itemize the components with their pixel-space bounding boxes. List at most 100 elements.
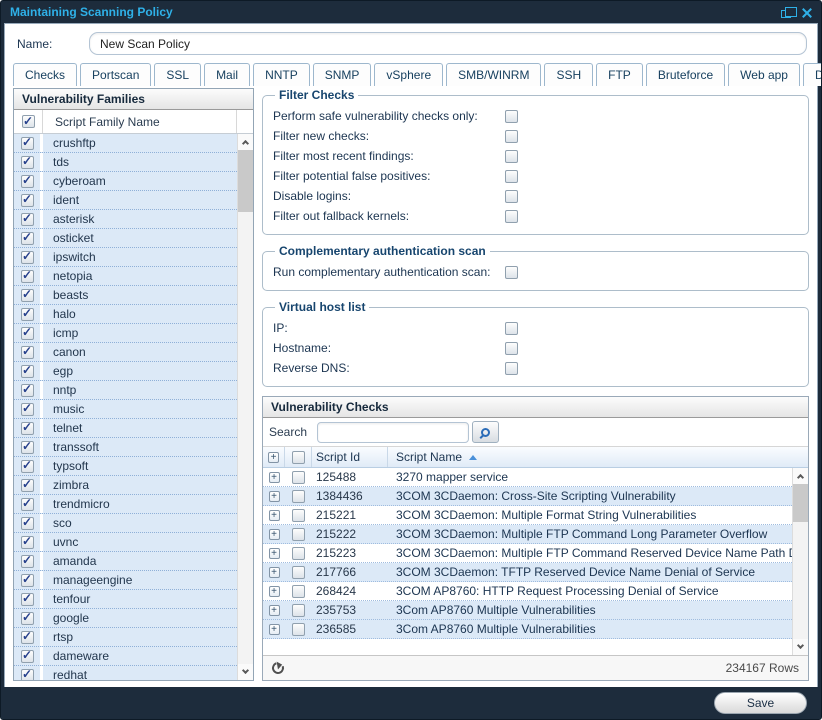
- check-row[interactable]: + 236585 3Com AP8760 Multiple Vulnerabil…: [263, 620, 792, 639]
- family-checkbox[interactable]: [21, 156, 34, 169]
- option-checkbox[interactable]: [505, 266, 518, 279]
- checks-scrollbar[interactable]: [792, 468, 808, 655]
- expand-row-icon[interactable]: +: [269, 586, 280, 597]
- scroll-up-icon[interactable]: [238, 134, 253, 150]
- tab[interactable]: Bruteforce: [646, 63, 725, 86]
- expand-row-icon[interactable]: +: [269, 510, 280, 521]
- tab[interactable]: SNMP: [313, 63, 372, 86]
- family-row[interactable]: sco: [14, 514, 237, 533]
- scroll-down-icon[interactable]: [793, 639, 808, 655]
- check-row[interactable]: + 215223 3COM 3CDaemon: Multiple FTP Com…: [263, 544, 792, 563]
- family-row[interactable]: osticket: [14, 229, 237, 248]
- family-checkbox[interactable]: [21, 365, 34, 378]
- family-row[interactable]: google: [14, 609, 237, 628]
- family-checkbox[interactable]: [21, 422, 34, 435]
- scroll-up-icon[interactable]: [793, 468, 808, 484]
- check-checkbox[interactable]: [292, 623, 305, 636]
- check-row[interactable]: + 217766 3COM 3CDaemon: TFTP Reserved De…: [263, 563, 792, 582]
- family-checkbox[interactable]: [21, 536, 34, 549]
- option-checkbox[interactable]: [505, 342, 518, 355]
- family-row[interactable]: icmp: [14, 324, 237, 343]
- family-row[interactable]: rtsp: [14, 628, 237, 647]
- check-row[interactable]: + 125488 3270 mapper service: [263, 468, 792, 487]
- family-checkbox[interactable]: [21, 289, 34, 302]
- family-row[interactable]: ident: [14, 191, 237, 210]
- option-checkbox[interactable]: [505, 130, 518, 143]
- col-script-id[interactable]: Script Id: [312, 447, 388, 467]
- family-row[interactable]: telnet: [14, 419, 237, 438]
- family-row[interactable]: canon: [14, 343, 237, 362]
- families-scroll-track[interactable]: [238, 212, 253, 664]
- search-button[interactable]: [472, 421, 499, 443]
- family-row[interactable]: beasts: [14, 286, 237, 305]
- tab[interactable]: Description: [803, 63, 822, 86]
- save-button[interactable]: Save: [714, 692, 807, 714]
- family-checkbox[interactable]: [21, 498, 34, 511]
- family-checkbox[interactable]: [21, 346, 34, 359]
- family-checkbox[interactable]: [21, 555, 34, 568]
- expand-row-icon[interactable]: +: [269, 605, 280, 616]
- family-row[interactable]: nntp: [14, 381, 237, 400]
- family-row[interactable]: cyberoam: [14, 172, 237, 191]
- family-row[interactable]: transsoft: [14, 438, 237, 457]
- family-row[interactable]: egp: [14, 362, 237, 381]
- family-checkbox[interactable]: [21, 213, 34, 226]
- scroll-down-icon[interactable]: [238, 664, 253, 680]
- option-checkbox[interactable]: [505, 362, 518, 375]
- family-checkbox[interactable]: [21, 669, 34, 681]
- option-checkbox[interactable]: [505, 110, 518, 123]
- families-column-header[interactable]: Script Family Name: [43, 115, 236, 129]
- checks-scroll-thumb[interactable]: [793, 484, 808, 522]
- restore-icon[interactable]: [781, 10, 791, 18]
- check-checkbox[interactable]: [292, 528, 305, 541]
- tab[interactable]: SSH: [544, 63, 593, 86]
- family-checkbox[interactable]: [21, 270, 34, 283]
- check-row[interactable]: + 215221 3COM 3CDaemon: Multiple Format …: [263, 506, 792, 525]
- tab[interactable]: vSphere: [374, 63, 443, 86]
- family-checkbox[interactable]: [21, 175, 34, 188]
- family-row[interactable]: typsoft: [14, 457, 237, 476]
- tab[interactable]: NNTP: [253, 63, 310, 86]
- expand-row-icon[interactable]: +: [269, 472, 280, 483]
- family-row[interactable]: trendmicro: [14, 495, 237, 514]
- family-row[interactable]: redhat: [14, 666, 237, 680]
- check-checkbox[interactable]: [292, 566, 305, 579]
- expand-row-icon[interactable]: +: [269, 567, 280, 578]
- close-icon[interactable]: [801, 7, 812, 18]
- expand-row-icon[interactable]: +: [269, 624, 280, 635]
- family-checkbox[interactable]: [21, 384, 34, 397]
- checks-scroll-track[interactable]: [793, 522, 808, 639]
- family-checkbox[interactable]: [21, 479, 34, 492]
- check-checkbox[interactable]: [292, 547, 305, 560]
- check-row[interactable]: + 235753 3Com AP8760 Multiple Vulnerabil…: [263, 601, 792, 620]
- check-checkbox[interactable]: [292, 585, 305, 598]
- check-checkbox[interactable]: [292, 490, 305, 503]
- family-checkbox[interactable]: [21, 232, 34, 245]
- families-scrollbar[interactable]: [237, 134, 253, 680]
- refresh-icon[interactable]: [270, 660, 286, 676]
- family-row[interactable]: uvnc: [14, 533, 237, 552]
- family-checkbox[interactable]: [21, 194, 34, 207]
- check-checkbox[interactable]: [292, 471, 305, 484]
- family-row[interactable]: zimbra: [14, 476, 237, 495]
- tab[interactable]: Web app: [728, 63, 800, 86]
- tab[interactable]: SMB/WINRM: [446, 63, 541, 86]
- check-checkbox[interactable]: [292, 604, 305, 617]
- family-row[interactable]: manageengine: [14, 571, 237, 590]
- col-script-name[interactable]: Script Name: [388, 447, 808, 467]
- expand-all-icon[interactable]: +: [268, 452, 279, 463]
- tab[interactable]: Portscan: [80, 63, 151, 86]
- family-row[interactable]: netopia: [14, 267, 237, 286]
- family-checkbox[interactable]: [21, 403, 34, 416]
- family-checkbox[interactable]: [21, 612, 34, 625]
- expand-row-icon[interactable]: +: [269, 548, 280, 559]
- family-row[interactable]: dameware: [14, 647, 237, 666]
- search-input[interactable]: [317, 422, 469, 443]
- family-checkbox[interactable]: [21, 517, 34, 530]
- family-checkbox[interactable]: [21, 441, 34, 454]
- check-checkbox[interactable]: [292, 509, 305, 522]
- family-row[interactable]: ipswitch: [14, 248, 237, 267]
- family-row[interactable]: tenfour: [14, 590, 237, 609]
- expand-row-icon[interactable]: +: [269, 491, 280, 502]
- family-checkbox[interactable]: [21, 574, 34, 587]
